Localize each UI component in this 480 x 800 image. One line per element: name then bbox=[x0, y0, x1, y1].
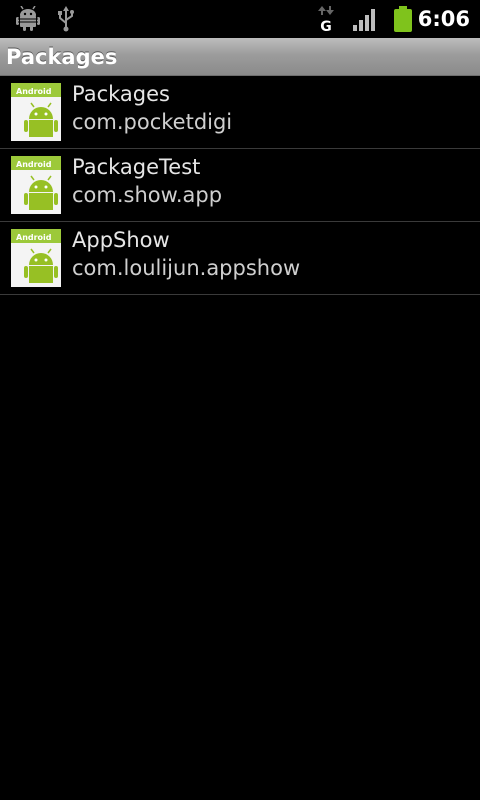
package-name: com.show.app bbox=[72, 183, 223, 207]
title-bar: Packages bbox=[0, 38, 480, 76]
screen: G 6:06 Packages Android Packages com.poc… bbox=[0, 0, 480, 800]
icon-label: Android bbox=[16, 233, 52, 242]
app-name: Packages bbox=[72, 82, 170, 106]
list-item[interactable]: Android PackageTest com.show.app bbox=[0, 149, 480, 222]
package-name: com.loulijun.appshow bbox=[72, 256, 301, 280]
icon-label: Android bbox=[16, 87, 52, 96]
page-title: Packages bbox=[6, 45, 118, 69]
network-type-label: G bbox=[320, 19, 332, 32]
android-app-icon: Android bbox=[11, 83, 61, 141]
usb-icon bbox=[58, 6, 74, 32]
android-debug-icon bbox=[16, 6, 40, 31]
package-name: com.pocketdigi bbox=[72, 110, 233, 134]
battery-icon bbox=[394, 6, 412, 32]
list-item[interactable]: Android Packages com.pocketdigi bbox=[0, 76, 480, 149]
status-time: 6:06 bbox=[417, 7, 470, 31]
signal-strength-icon bbox=[353, 9, 375, 31]
app-name: PackageTest bbox=[72, 155, 201, 179]
package-list: Android Packages com.pocketdigi Android bbox=[0, 76, 480, 295]
status-bar: G 6:06 bbox=[0, 0, 480, 38]
android-app-icon: Android bbox=[11, 229, 61, 287]
list-item[interactable]: Android AppShow com.loulijun.appshow bbox=[0, 222, 480, 295]
gprs-data-icon: G bbox=[318, 6, 334, 32]
app-name: AppShow bbox=[72, 228, 170, 252]
android-app-icon: Android bbox=[11, 156, 61, 214]
icon-label: Android bbox=[16, 160, 52, 169]
